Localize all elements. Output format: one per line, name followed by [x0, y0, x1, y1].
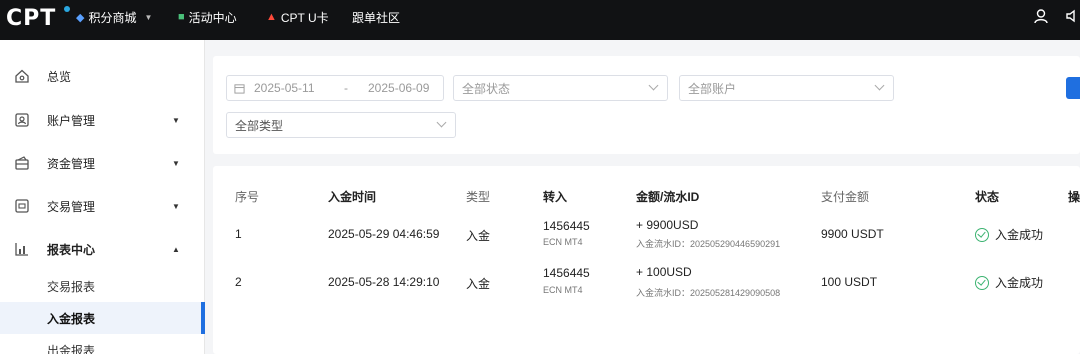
- account-select[interactable]: 全部账户: [679, 75, 894, 101]
- date-start[interactable]: 2025-05-11: [254, 81, 315, 95]
- sidebar-item-label: 总览: [47, 69, 72, 84]
- sidebar-subitem-label: 交易报表: [47, 279, 96, 294]
- sidebar-item-label: 报表中心: [47, 242, 96, 257]
- row-type: 入金: [466, 277, 491, 291]
- sidebar-subitem-label: 出金报表: [47, 343, 96, 354]
- row-time: 2025-05-29 04:46:59: [328, 227, 440, 241]
- nav-cpt-card-label: CPT U卡: [280, 10, 329, 25]
- row-account-type: ECN MT4: [543, 237, 583, 247]
- row-index: 1: [235, 227, 242, 241]
- status-badge: 入金成功: [975, 226, 1043, 243]
- date-end[interactable]: 2025-06-09: [368, 81, 429, 95]
- nav-activity-center[interactable]: ■ 活动中心: [178, 9, 237, 25]
- chevron-down-icon: [874, 80, 885, 91]
- sidebar-item-trading[interactable]: 交易管理 ▼: [0, 186, 205, 226]
- status-badge: 入金成功: [975, 274, 1043, 291]
- sidebar-item-label: 交易管理: [47, 199, 96, 214]
- sidebar-subitem-deposit-report[interactable]: 入金报表: [0, 302, 205, 334]
- sidebar: 总览 账户管理 ▼ 资金管理 ▼ 交易管理 ▼ 报表中心 ▲ 交易报表 入金报表…: [0, 40, 205, 354]
- status-select[interactable]: 全部状态: [453, 75, 668, 101]
- status-select-placeholder: 全部状态: [462, 81, 511, 96]
- active-indicator: [201, 302, 205, 334]
- calendar-icon: [234, 84, 245, 94]
- row-flow-id: 入金流水ID：202505290446590291: [636, 239, 781, 249]
- row-pay-amount: 100 USDT: [821, 275, 878, 289]
- row-type: 入金: [466, 229, 491, 243]
- sidebar-subitem-label: 入金报表: [47, 311, 96, 326]
- sidebar-item-label: 资金管理: [47, 156, 96, 171]
- sidebar-item-reports[interactable]: 报表中心 ▲: [0, 229, 205, 269]
- home-icon: [15, 69, 29, 83]
- filter-panel: 2025-05-11 - 2025-06-09 全部状态 全部账户 全部类型: [213, 56, 1080, 154]
- status-text: 入金成功: [995, 228, 1044, 242]
- chevron-down-icon: ▼: [172, 158, 180, 168]
- col-header-type: 类型: [466, 190, 491, 204]
- date-separator: -: [344, 81, 348, 95]
- chart-icon: [15, 243, 28, 256]
- row-pay-amount: 9900 USDT: [821, 227, 884, 241]
- col-header-index: 序号: [235, 190, 260, 204]
- sidebar-item-label: 账户管理: [47, 113, 96, 128]
- diamond-icon: ◆: [76, 11, 85, 24]
- sidebar-subitem-trade-report[interactable]: 交易报表: [0, 270, 205, 302]
- nav-points-mall-label: 积分商城: [88, 10, 137, 25]
- fire-icon: ▲: [266, 11, 277, 23]
- sidebar-item-overview[interactable]: 总览: [0, 56, 205, 96]
- col-header-amount: 金额/流水ID: [636, 190, 700, 204]
- check-circle-icon: [975, 227, 989, 242]
- col-header-time: 入金时间: [328, 190, 377, 204]
- check-circle-icon: [975, 275, 989, 290]
- col-header-pay-amount: 支付金额: [821, 190, 870, 204]
- row-time: 2025-05-28 14:29:10: [328, 275, 440, 289]
- status-text: 入金成功: [995, 276, 1044, 290]
- col-header-transfer-in: 转入: [543, 190, 568, 204]
- account-icon: [15, 113, 29, 127]
- sidebar-item-funds[interactable]: 资金管理 ▼: [0, 143, 205, 183]
- date-range-picker[interactable]: 2025-05-11 - 2025-06-09: [226, 75, 444, 101]
- search-button[interactable]: [1066, 77, 1080, 99]
- nav-activity-center-label: 活动中心: [188, 10, 237, 25]
- speaker-icon[interactable]: [1064, 8, 1080, 24]
- nav-copy-community[interactable]: 跟单社区: [352, 9, 400, 25]
- deposit-table: 序号 入金时间 类型 转入 金额/流水ID 支付金额 状态 操 1 2025-0…: [213, 166, 1080, 354]
- user-icon[interactable]: [1033, 8, 1049, 24]
- sidebar-subitem-withdraw-report[interactable]: 出金报表: [0, 334, 205, 354]
- chevron-down-icon: ▼: [172, 115, 180, 125]
- chevron-up-icon: ▲: [172, 244, 180, 254]
- wallet-icon: [15, 156, 29, 170]
- nav-points-mall[interactable]: ◆ 积分商城 ▼: [76, 9, 152, 25]
- top-navbar: CPT ◆ 积分商城 ▼ ■ 活动中心 ▲ CPT U卡 跟单社区: [0, 0, 1080, 40]
- col-header-action: 操: [1068, 190, 1080, 204]
- logo[interactable]: CPT: [6, 6, 56, 31]
- row-index: 2: [235, 275, 242, 289]
- account-select-placeholder: 全部账户: [688, 81, 737, 96]
- row-amount: + 100USD: [636, 265, 692, 279]
- row-account: 1456445: [543, 219, 590, 233]
- row-amount: + 9900USD: [636, 218, 699, 232]
- nav-cpt-card[interactable]: ▲ CPT U卡: [266, 9, 329, 25]
- nav-copy-community-label: 跟单社区: [352, 10, 401, 25]
- chevron-down-icon: [648, 80, 659, 91]
- col-header-status: 状态: [975, 190, 1000, 204]
- logo-dot-icon: [64, 6, 70, 12]
- row-flow-id: 入金流水ID：202505281429090508: [636, 288, 781, 298]
- type-select[interactable]: 全部类型: [226, 112, 456, 138]
- trade-icon: [15, 199, 29, 213]
- sidebar-item-account[interactable]: 账户管理 ▼: [0, 100, 205, 140]
- row-account-type: ECN MT4: [543, 285, 583, 295]
- gift-icon: ■: [178, 11, 185, 23]
- chevron-down-icon: ▼: [144, 12, 153, 22]
- type-select-placeholder: 全部类型: [235, 118, 284, 133]
- chevron-down-icon: ▼: [172, 201, 180, 211]
- row-account: 1456445: [543, 266, 590, 280]
- chevron-down-icon: [436, 117, 447, 128]
